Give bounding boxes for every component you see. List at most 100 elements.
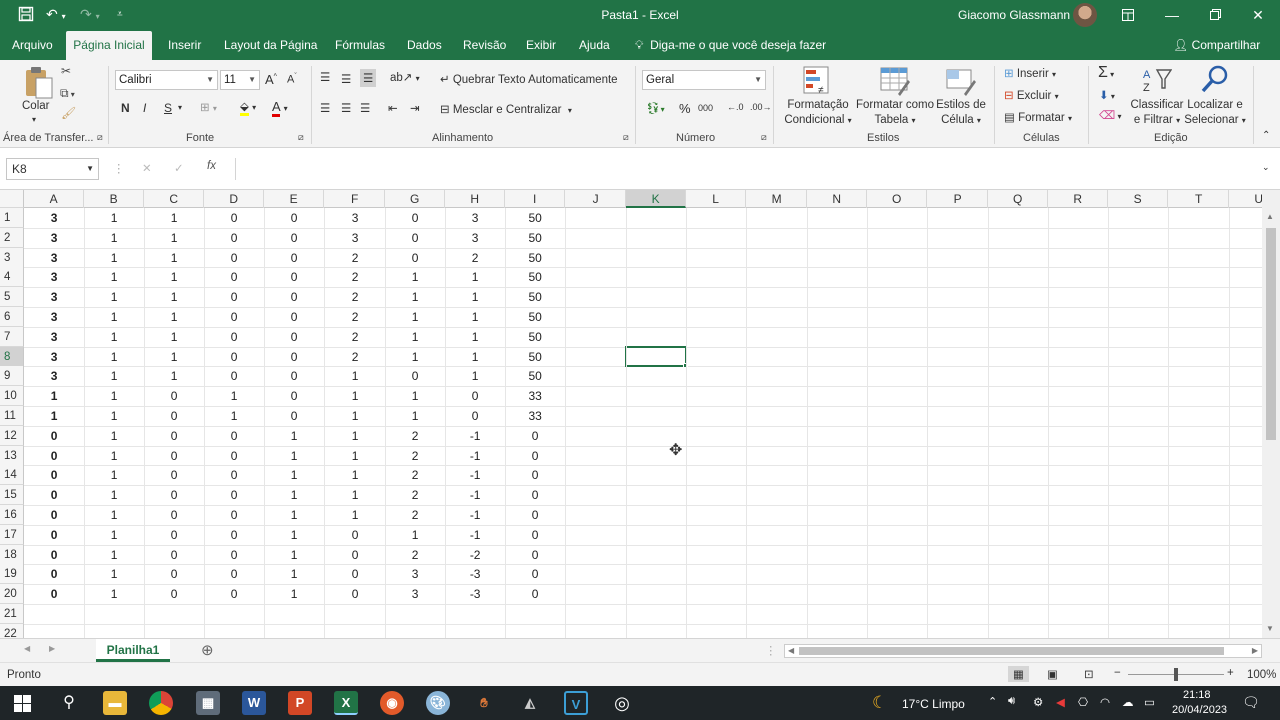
cell-a4[interactable]: 3 — [24, 267, 84, 287]
format-table-icon[interactable] — [880, 66, 910, 99]
cell-g6[interactable]: 1 — [385, 307, 445, 327]
column-header-o[interactable]: O — [867, 190, 928, 208]
restore-icon[interactable] — [1201, 4, 1229, 26]
row-header-15[interactable]: 15 — [0, 485, 24, 506]
cell-d7[interactable]: 0 — [204, 327, 264, 347]
cell-g9[interactable]: 0 — [385, 366, 445, 386]
tab-arquivo[interactable]: Arquivo — [8, 31, 57, 60]
paste-icon[interactable] — [24, 66, 54, 103]
selected-cell[interactable] — [625, 345, 688, 368]
clock-time[interactable]: 21:18 — [1183, 689, 1211, 701]
cell-a15[interactable]: 0 — [24, 485, 84, 505]
row-header-14[interactable]: 14 — [0, 465, 24, 486]
row-header-3[interactable]: 3 — [0, 247, 24, 268]
cell-h4[interactable]: 1 — [445, 267, 505, 287]
cell-d15[interactable]: 0 — [204, 485, 264, 505]
cell-h17[interactable]: -1 — [445, 525, 505, 545]
cell-d14[interactable]: 0 — [204, 465, 264, 485]
cell-c15[interactable]: 0 — [144, 485, 204, 505]
format-cells-button[interactable]: ▤ Formatar ▾ — [1004, 110, 1072, 124]
paste-dropdown-icon[interactable]: ▾ — [32, 112, 36, 127]
normal-view-icon[interactable]: ▦ — [1008, 666, 1029, 682]
cell-a9[interactable]: 3 — [24, 366, 84, 386]
select-all-corner[interactable] — [0, 190, 24, 208]
conditional-format-button[interactable]: Formatação Condicional ▾ — [780, 98, 856, 128]
cell-c9[interactable]: 1 — [144, 366, 204, 386]
cell-f10[interactable]: 1 — [325, 386, 385, 406]
row-header-22[interactable]: 22 — [0, 623, 24, 638]
tray-overflow-icon[interactable]: ⌃ — [988, 695, 997, 708]
cell-h10[interactable]: 0 — [445, 386, 505, 406]
cell-b15[interactable]: 1 — [84, 485, 144, 505]
network-icon[interactable]: ▭ — [1144, 695, 1155, 709]
decrease-font-icon[interactable]: Aˇ — [287, 73, 297, 86]
cell-f12[interactable]: 1 — [325, 426, 385, 446]
sheet-tab-planilha1[interactable]: Planilha1 — [96, 639, 170, 662]
align-top-icon[interactable]: ☰ — [320, 70, 330, 84]
cell-a18[interactable]: 0 — [24, 545, 84, 565]
cell-i2[interactable]: 50 — [505, 228, 565, 248]
cell-a13[interactable]: 0 — [24, 446, 84, 466]
cell-g20[interactable]: 3 — [385, 584, 445, 604]
cell-b13[interactable]: 1 — [84, 446, 144, 466]
cell-d9[interactable]: 0 — [204, 366, 264, 386]
cell-e18[interactable]: 1 — [264, 545, 324, 565]
cell-a8[interactable]: 3 — [24, 347, 84, 367]
row-header-13[interactable]: 13 — [0, 445, 24, 466]
font-color-icon[interactable]: A ▾ — [272, 99, 288, 117]
cell-i17[interactable]: 0 — [505, 525, 565, 545]
cell-h8[interactable]: 1 — [445, 347, 505, 367]
cloud-icon[interactable]: ☁︎ — [1122, 695, 1134, 709]
cell-c20[interactable]: 0 — [144, 584, 204, 604]
cell-h11[interactable]: 0 — [445, 406, 505, 426]
ribbon-display-icon[interactable] — [1114, 4, 1142, 26]
align-left-icon[interactable]: ☰ — [320, 101, 330, 115]
cell-d6[interactable]: 0 — [204, 307, 264, 327]
zoom-out-icon[interactable]: − — [1114, 667, 1121, 679]
cell-h5[interactable]: 1 — [445, 287, 505, 307]
cell-e11[interactable]: 0 — [264, 406, 324, 426]
cell-a10[interactable]: 1 — [24, 386, 84, 406]
currency-icon[interactable]: 💱︎▾ — [646, 101, 665, 115]
scroll-up-icon[interactable]: ▲ — [1266, 212, 1274, 221]
cell-f6[interactable]: 2 — [325, 307, 385, 327]
cancel-entry-icon[interactable]: ✕ — [142, 161, 152, 175]
cell-a12[interactable]: 0 — [24, 426, 84, 446]
cell-i19[interactable]: 0 — [505, 564, 565, 584]
cell-c11[interactable]: 0 — [144, 406, 204, 426]
column-header-q[interactable]: Q — [988, 190, 1049, 208]
cell-b14[interactable]: 1 — [84, 465, 144, 485]
cell-b12[interactable]: 1 — [84, 426, 144, 446]
cell-h14[interactable]: -1 — [445, 465, 505, 485]
cell-i7[interactable]: 50 — [505, 327, 565, 347]
tray-icon[interactable]: ⎔ — [1078, 695, 1088, 709]
cell-d20[interactable]: 0 — [204, 584, 264, 604]
underline-button[interactable]: S — [164, 101, 172, 115]
cell-i1[interactable]: 50 — [505, 208, 565, 228]
column-header-l[interactable]: L — [686, 190, 747, 208]
file-explorer-icon[interactable]: ▬ — [103, 691, 127, 715]
paint-icon[interactable]: 🎨︎ — [426, 691, 450, 715]
cell-i14[interactable]: 0 — [505, 465, 565, 485]
number-launcher-icon[interactable]: ⧄ — [761, 132, 767, 143]
next-sheet-icon[interactable]: ▶ — [49, 644, 55, 653]
column-header-t[interactable]: T — [1169, 190, 1230, 208]
cell-e12[interactable]: 1 — [264, 426, 324, 446]
row-header-4[interactable]: 4 — [0, 267, 24, 288]
cell-c7[interactable]: 1 — [144, 327, 204, 347]
column-header-f[interactable]: F — [325, 190, 386, 208]
close-icon[interactable]: ✕ — [1244, 4, 1272, 26]
cell-h19[interactable]: -3 — [445, 564, 505, 584]
cell-f19[interactable]: 0 — [325, 564, 385, 584]
cell-i16[interactable]: 0 — [505, 505, 565, 525]
cell-b16[interactable]: 1 — [84, 505, 144, 525]
column-header-m[interactable]: M — [747, 190, 808, 208]
cell-b7[interactable]: 1 — [84, 327, 144, 347]
cell-f7[interactable]: 2 — [325, 327, 385, 347]
cell-f18[interactable]: 0 — [325, 545, 385, 565]
insert-function-icon[interactable]: fx — [207, 160, 216, 172]
wrap-text-button[interactable]: ↵ Quebrar Texto Automaticamente — [440, 72, 618, 86]
cell-f4[interactable]: 2 — [325, 267, 385, 287]
cell-f20[interactable]: 0 — [325, 584, 385, 604]
increase-font-icon[interactable]: A^ — [265, 72, 277, 87]
